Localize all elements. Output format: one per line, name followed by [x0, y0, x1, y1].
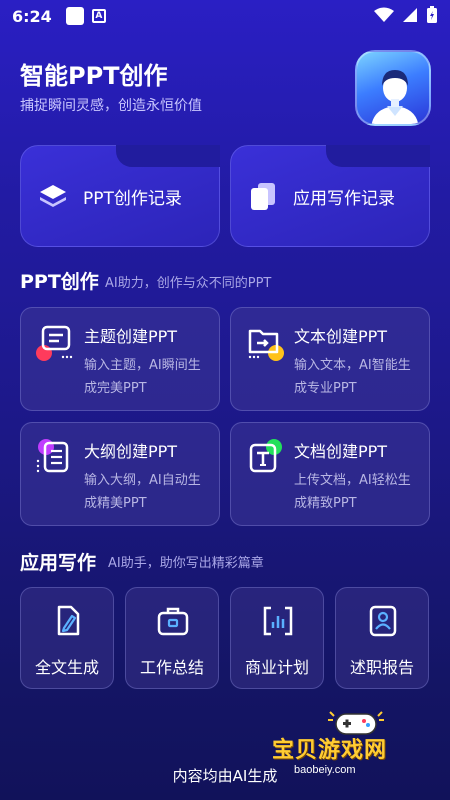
app-label: 述职报告: [349, 658, 414, 677]
writing-records-label: 应用写作记录: [293, 188, 395, 209]
wifi-icon: [374, 7, 394, 22]
folder-tab: [326, 145, 430, 167]
page-title: 智能PPT创作: [20, 62, 168, 90]
watermark-logo: 宝贝游戏网 baobeiy.com: [270, 706, 440, 782]
card-title: 大纲创建PPT: [84, 442, 178, 461]
a-badge-icon: A: [91, 9, 106, 23]
signal-icon: [403, 8, 417, 22]
ppt-section-subtitle: AI助力，创作与众不同的PPT: [105, 276, 272, 291]
card-description: 上传文档，AI轻松生成精致PPT: [294, 473, 411, 511]
card-description: 输入文本，AI智能生成专业PPT: [294, 358, 411, 396]
status-time: 6:24: [12, 6, 52, 26]
writing-section-title: 应用写作: [20, 552, 97, 574]
chat-bubble-icon: [36, 325, 73, 361]
card-title: 文本创建PPT: [294, 327, 388, 346]
business-plan-button[interactable]: 商业计划: [230, 587, 324, 689]
app-label: 全文生成: [34, 658, 99, 677]
document-create-ppt-card[interactable]: 文档创建PPT 上传文档，AI轻松生成精致PPT: [230, 422, 430, 526]
battery-icon: [427, 6, 437, 23]
notification-icon: [65, 7, 84, 25]
status-bar: 6:24 A: [0, 0, 450, 32]
full-text-generate-button[interactable]: 全文生成: [20, 587, 114, 689]
documents-icon: [251, 183, 275, 210]
text-create-ppt-card[interactable]: 文本创建PPT 输入文本，AI智能生成专业PPT: [230, 307, 430, 411]
bar-chart-icon: [263, 606, 293, 636]
work-report-button[interactable]: 述职报告: [335, 587, 429, 689]
stack-layers-icon: [40, 185, 66, 207]
text-document-icon: [249, 439, 282, 473]
briefcase-icon: [157, 607, 189, 636]
card-title: 文档创建PPT: [294, 442, 388, 461]
app-label: 商业计划: [244, 658, 309, 677]
watermark-text: 宝贝游戏网: [272, 738, 388, 763]
watermark-url: baobeiy.com: [294, 764, 356, 776]
work-summary-button[interactable]: 工作总结: [125, 587, 219, 689]
folder-icon: [248, 329, 284, 361]
folder-tab: [116, 145, 220, 167]
topic-create-ppt-card[interactable]: 主题创建PPT 输入主题，AI瞬间生成完美PPT: [20, 307, 220, 411]
person-report-icon: [369, 605, 397, 637]
card-description: 输入主题，AI瞬间生成完美PPT: [84, 358, 201, 396]
card-title: 主题创建PPT: [84, 327, 178, 346]
writing-section-subtitle: AI助手，助你写出精彩篇章: [108, 556, 264, 571]
writing-records-button[interactable]: 应用写作记录: [230, 145, 430, 247]
page-subtitle: 捕捉瞬间灵感，创造永恒价值: [20, 98, 202, 114]
pen-document-icon: [57, 605, 80, 636]
ppt-records-button[interactable]: PPT创作记录: [20, 145, 220, 247]
ppt-records-label: PPT创作记录: [83, 188, 182, 209]
app-label: 工作总结: [139, 658, 204, 677]
card-description: 输入大纲，AI自动生成精美PPT: [84, 473, 201, 511]
list-icon: [36, 439, 69, 473]
ppt-section-title: PPT创作: [20, 271, 99, 293]
user-avatar-icon[interactable]: [355, 50, 431, 126]
outline-create-ppt-card[interactable]: 大纲创建PPT 输入大纲，AI自动生成精美PPT: [20, 422, 220, 526]
